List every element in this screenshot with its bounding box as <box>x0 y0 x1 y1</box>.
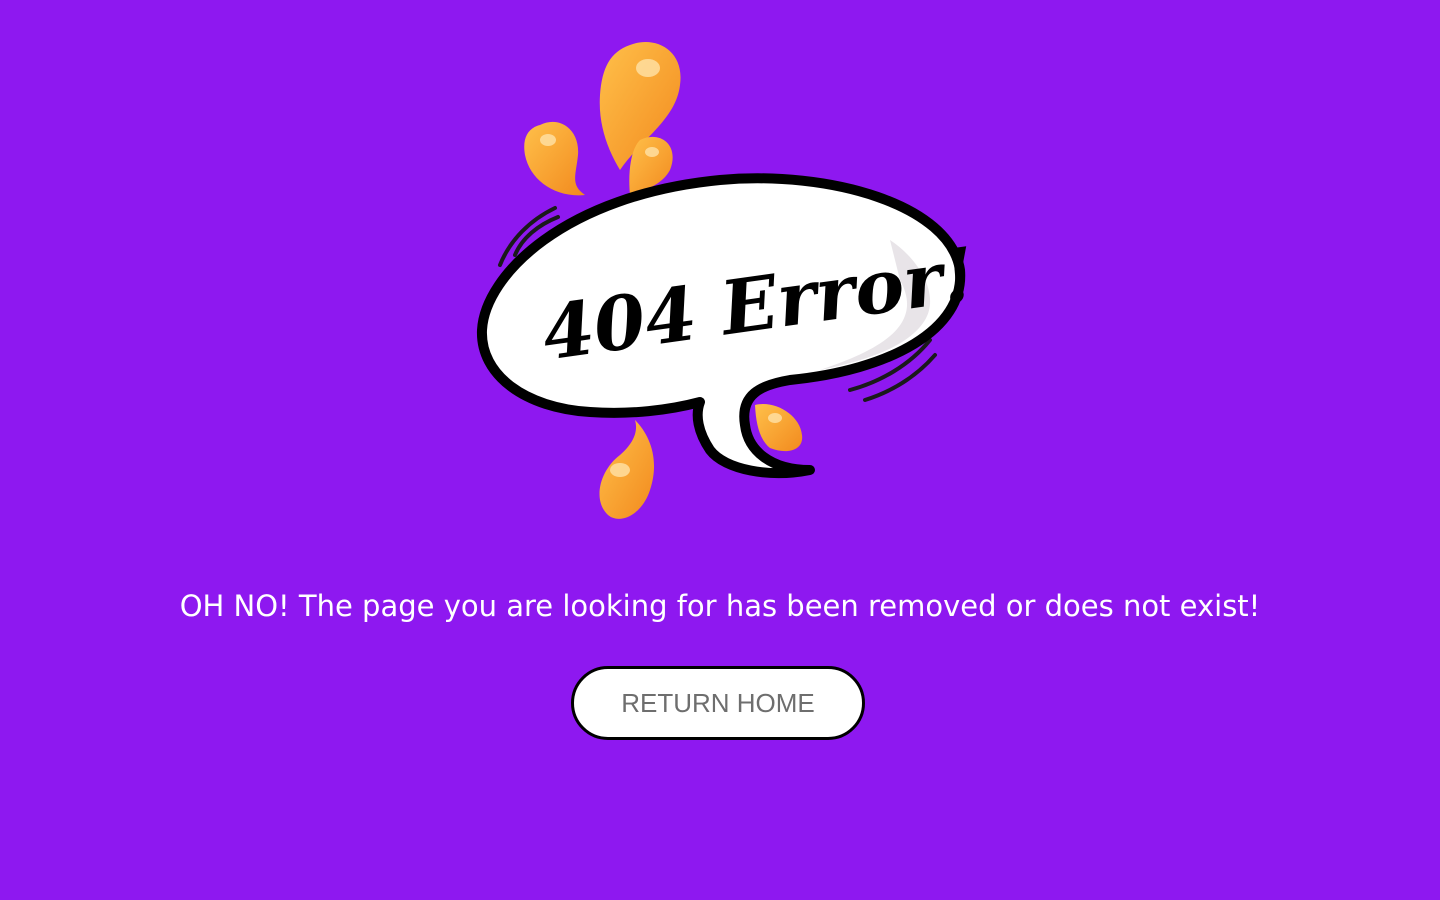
speech-bubble-graphic: 404 Error! <box>476 41 970 519</box>
return-home-button[interactable]: RETURN HOME <box>571 666 865 740</box>
error-illustration: 404 Error! <box>470 30 970 530</box>
splash-top <box>524 41 681 196</box>
error-message: OH NO! The page you are looking for has … <box>179 589 1261 623</box>
speech-bubble: 404 Error! <box>476 173 970 479</box>
